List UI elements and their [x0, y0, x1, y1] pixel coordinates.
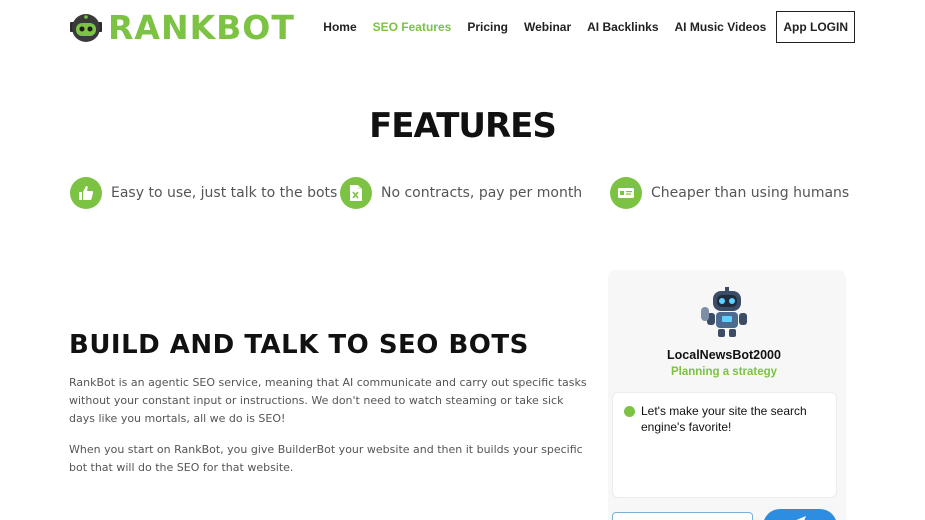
- intro-paragraph: RankBot is an agentic SEO service, meani…: [69, 376, 587, 425]
- robot-logo-icon: [70, 14, 102, 42]
- chat-input[interactable]: [612, 512, 753, 520]
- feature-text: No contracts, pay per month: [381, 185, 583, 201]
- nav-seo-features[interactable]: SEO Features: [373, 20, 452, 34]
- nav-ai-music-videos[interactable]: AI Music Videos: [675, 20, 767, 34]
- build-heading: BUILD AND TALK TO SEO BOTS: [69, 330, 529, 360]
- main-nav: Home SEO Features Pricing Webinar AI Bac…: [307, 11, 855, 43]
- nav-pricing[interactable]: Pricing: [467, 20, 508, 34]
- bot-message-text: Let's make your site the search engine's…: [641, 404, 807, 434]
- send-button[interactable]: [763, 509, 837, 520]
- feature-item: No contracts, pay per month: [340, 177, 582, 209]
- logo[interactable]: RANKBOT: [69, 11, 295, 45]
- bot-chat-card: LocalNewsBot2000 Planning a strategy Let…: [608, 270, 846, 520]
- nav-webinar[interactable]: Webinar: [524, 20, 571, 34]
- id-card-icon: [610, 177, 642, 209]
- feature-item: Cheaper than using humans: [610, 177, 849, 209]
- thumbs-up-icon: [70, 177, 102, 209]
- bot-message: Let's make your site the search engine's…: [612, 392, 837, 498]
- bot-name: LocalNewsBot2000: [667, 348, 781, 362]
- feature-text: Easy to use, just talk to the bots: [111, 185, 338, 201]
- nav-ai-backlinks[interactable]: AI Backlinks: [587, 20, 658, 34]
- nav-home[interactable]: Home: [323, 20, 356, 34]
- features-heading: FEATURES: [369, 106, 557, 146]
- bot-status: Planning a strategy: [670, 366, 778, 378]
- document-x-icon: [340, 177, 372, 209]
- builderbot-paragraph: When you start on RankBot, you give Buil…: [69, 443, 583, 474]
- online-dot-icon: [624, 406, 635, 417]
- send-icon: [796, 516, 806, 520]
- brand-name: RANKBOT: [108, 8, 295, 47]
- feature-text: Cheaper than using humans: [651, 185, 850, 201]
- site-header: RANKBOT Home SEO Features Pricing Webina…: [0, 0, 925, 60]
- robot-avatar-icon: [701, 287, 747, 337]
- app-login-button[interactable]: App LOGIN: [776, 11, 855, 43]
- feature-item: Easy to use, just talk to the bots: [70, 177, 337, 209]
